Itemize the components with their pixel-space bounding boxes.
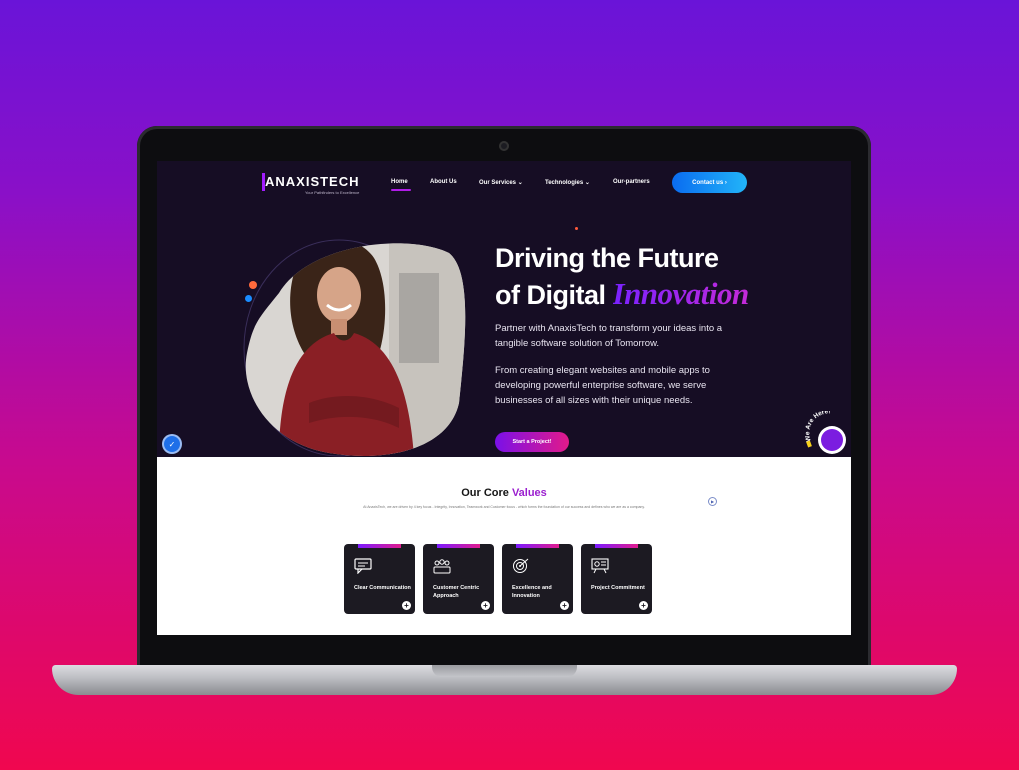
hero-paragraph-2: From creating elegant websites and mobil… [495,365,710,406]
chat-bubble-button[interactable] [821,429,843,451]
people-icon [433,559,451,574]
start-project-button[interactable]: Start a Project! [495,432,569,452]
nav-home[interactable]: Home [391,179,408,185]
hero-heading-line1: Driving the Future [495,243,719,273]
hero-paragraph-1: Partner with AnaxisTech to transform you… [495,323,723,349]
card-accent-bar [437,544,480,548]
value-card-project-commitment[interactable]: Project Commitment + [581,544,652,614]
value-card-excellence-innovation[interactable]: Excellence and Innovation + [502,544,573,614]
nav-about-us[interactable]: About Us [430,179,457,185]
plus-icon[interactable]: + [639,601,648,610]
nav-our-partners[interactable]: Our-partners [613,179,650,185]
brand-name: ANAXISTECH [265,174,360,189]
contact-us-button[interactable]: Contact us › [672,172,747,193]
chat-icon [354,558,372,574]
value-card-clear-communication[interactable]: Clear Communication + [344,544,415,614]
webcam [499,141,509,151]
core-values-title: Our Core Values [157,487,851,499]
core-values-section: Our Core Values At AnaxisTech, we are dr… [157,457,851,635]
website-screen: ANAXISTECH Your Pathfinders to Excellenc… [157,161,851,635]
hero-heading-line2: of Digital Innovation [495,276,749,313]
brand-tagline: Your Pathfinders to Excellence [305,190,360,195]
nav-our-services[interactable]: Our Services ⌄ [479,179,523,186]
play-icon[interactable]: ▶ [708,497,717,506]
laptop-hinge-notch [432,665,577,677]
hero-heading-prefix: of Digital [495,280,613,310]
nav-technologies[interactable]: Technologies ⌄ [545,179,590,186]
plus-icon[interactable]: + [481,601,490,610]
hero-heading: Driving the Future of Digital Innovation [495,241,749,313]
hero-heading-accent: Innovation [612,276,750,311]
value-card-label: Project Commitment [591,585,645,591]
value-card-label: Excellence and Innovation [512,585,552,599]
decor-dot [575,227,578,230]
logo-mark [262,173,265,191]
value-card-customer-centric[interactable]: Customer Centric Approach + [423,544,494,614]
core-values-subtitle: At AnaxisTech, we are driven by 4 key fo… [363,505,645,509]
plus-icon[interactable]: + [560,601,569,610]
target-icon [513,558,529,573]
card-accent-bar [516,544,559,548]
presentation-icon [591,558,609,574]
floating-action-icon[interactable]: ✓ [164,436,180,452]
hero-portrait-image [243,239,466,457]
core-values-title-accent: Values [511,487,547,499]
value-card-label: Customer Centric Approach [433,585,480,599]
card-accent-bar [358,544,401,548]
nav-active-indicator [391,189,411,191]
top-nav: ANAXISTECH Your Pathfinders to Excellenc… [157,161,851,201]
plus-icon[interactable]: + [402,601,411,610]
core-values-title-prefix: Our Core [461,487,512,499]
card-accent-bar [595,544,638,548]
value-card-label: Clear Communication [354,585,411,591]
hero-section: ANAXISTECH Your Pathfinders to Excellenc… [157,161,851,457]
brand-logo[interactable]: ANAXISTECH Your Pathfinders to Excellenc… [262,173,360,195]
